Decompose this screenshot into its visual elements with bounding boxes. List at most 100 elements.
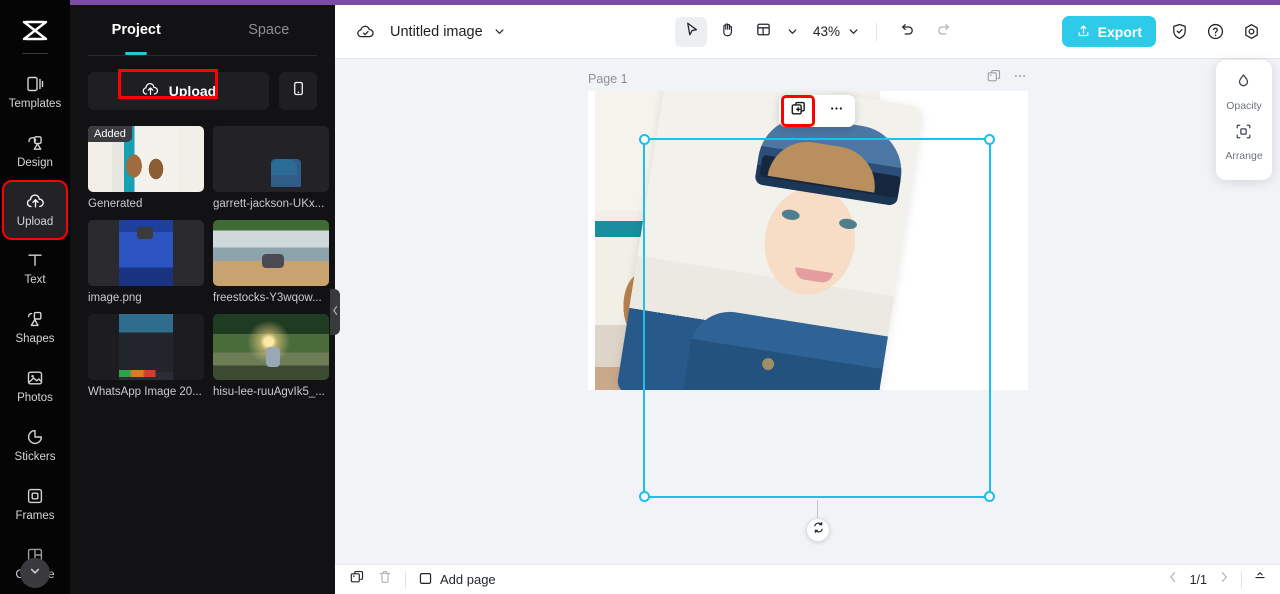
upload-button[interactable]: Upload [88,69,269,110]
media-grid: Added Generated garrett-jackson-UKx... i… [70,110,335,398]
sidebar-collapse-button[interactable] [20,558,50,588]
upload-from-mobile-button[interactable] [279,72,317,110]
rotate-handle[interactable] [806,518,830,542]
redo-button[interactable] [927,17,959,47]
sidebar-item-label: Photos [17,392,53,405]
zoom-chevron-down-icon[interactable] [844,25,862,38]
media-item[interactable]: hisu-lee-ruuAgvIk5_... [213,314,329,398]
mobile-phone-icon [290,80,307,102]
opacity-label: Opacity [1226,100,1262,112]
duplicate-page-icon[interactable] [986,68,1002,89]
sidebar-item-shapes[interactable]: Shapes [4,300,66,356]
panel-collapse-handle[interactable] [330,289,340,335]
media-item[interactable]: freestocks-Y3wqow... [213,220,329,304]
media-item[interactable]: Added Generated [88,126,204,210]
layout-grid-icon [755,21,772,43]
media-label: Generated [88,198,143,210]
media-label: hisu-lee-ruuAgvIk5_... [213,386,325,398]
media-thumbnail[interactable]: Added [88,126,204,192]
capcut-editor-window: Templates Design Upload Text Shapes Phot… [0,0,1280,594]
next-page-button[interactable] [1217,570,1231,589]
duplicate-layers-icon [790,100,807,122]
sidebar-item-stickers[interactable]: Stickers [4,417,66,473]
cloud-save-icon[interactable] [355,21,376,42]
frames-icon [25,486,45,506]
media-item[interactable]: WhatsApp Image 20... [88,314,204,398]
templates-icon [25,74,45,94]
media-label: garrett-jackson-UKx... [213,198,325,210]
boy-eye-left [781,208,801,222]
sidebar-item-design[interactable]: Design [4,123,66,179]
bottom-left-actions: Add page [349,569,496,590]
added-badge: Added [88,126,132,142]
cursor-arrow-icon [683,21,700,43]
document-title-chevron-down-icon[interactable] [493,25,506,38]
more-options-icon [828,100,845,122]
properties-panel: Opacity Arrange [1216,60,1272,180]
sidebar-item-text[interactable]: Text [4,241,66,297]
media-thumbnail[interactable] [88,314,204,380]
panel-tabs: Project Space [70,5,335,55]
page-indicator: 1/1 [1189,572,1207,587]
layer-float-toolbar [779,95,855,127]
sidebar-item-frames[interactable]: Frames [4,476,66,532]
document-title[interactable]: Untitled image [390,24,483,40]
upload-cloud-icon [25,191,46,212]
media-label: freestocks-Y3wqow... [213,292,322,304]
media-item[interactable]: image.png [88,220,204,304]
undo-button[interactable] [891,17,923,47]
hand-tool-button[interactable] [711,17,743,47]
sidebar-item-photos[interactable]: Photos [4,359,66,415]
media-thumbnail[interactable] [213,314,329,380]
sidebar-item-label: Frames [15,509,55,522]
media-thumbnail[interactable] [88,220,204,286]
select-tool-button[interactable] [675,16,707,47]
layout-tool-button[interactable] [747,17,779,47]
prev-page-button[interactable] [1166,570,1180,589]
bottom-toolbar: Add page 1/1 [335,564,1280,594]
media-thumbnail[interactable] [213,220,329,286]
add-page-icon [418,571,433,589]
canvas-stage[interactable]: Page 1 [335,59,1280,564]
add-page-button[interactable]: Add page [418,571,496,589]
arrange-icon [1234,122,1253,146]
help-circle-icon[interactable] [1202,19,1228,45]
rotation-connector [817,500,818,518]
layer-more-options-button[interactable] [822,98,850,124]
duplicate-page-icon[interactable] [349,569,365,590]
opacity-control[interactable]: Opacity [1226,72,1262,112]
upload-button-label: Upload [168,83,217,99]
tab-project[interactable]: Project [70,5,203,55]
page-label: Page 1 [588,71,628,86]
boy-shirt [679,306,908,390]
media-thumbnail[interactable] [213,126,329,192]
tab-space[interactable]: Space [203,5,336,55]
zoom-level[interactable]: 43% [813,24,840,39]
upload-panel: Project Space Upload Added Generated gar… [70,5,335,594]
upload-cloud-icon [141,80,160,102]
trash-icon[interactable] [377,569,393,590]
top-right-actions: Export [1061,16,1264,47]
export-button[interactable]: Export [1061,16,1156,47]
photos-icon [25,368,45,388]
sidebar-item-upload[interactable]: Upload [2,180,68,240]
more-options-icon[interactable] [1012,68,1028,89]
page-header-actions [986,68,1028,89]
expand-up-icon[interactable] [1252,569,1268,590]
arrange-control[interactable]: Arrange [1225,122,1263,162]
settings-gear-icon[interactable] [1238,19,1264,45]
layout-chevron-down-icon[interactable] [783,25,801,38]
capcut-logo-icon[interactable] [15,14,55,47]
canvas-tools: 43% [675,16,959,47]
sidebar-item-label: Text [24,274,46,287]
opacity-droplet-icon [1234,72,1253,96]
layer-boy-photo[interactable] [615,91,925,390]
page-canvas[interactable] [588,91,1028,390]
sidebar-item-templates[interactable]: Templates [4,64,66,120]
media-item[interactable]: garrett-jackson-UKx... [213,126,329,210]
media-artwork [88,314,204,380]
bottom-divider-right [1241,571,1242,588]
shield-check-icon[interactable] [1166,19,1192,45]
bottom-divider [405,571,406,588]
duplicate-layers-button[interactable] [781,95,815,127]
